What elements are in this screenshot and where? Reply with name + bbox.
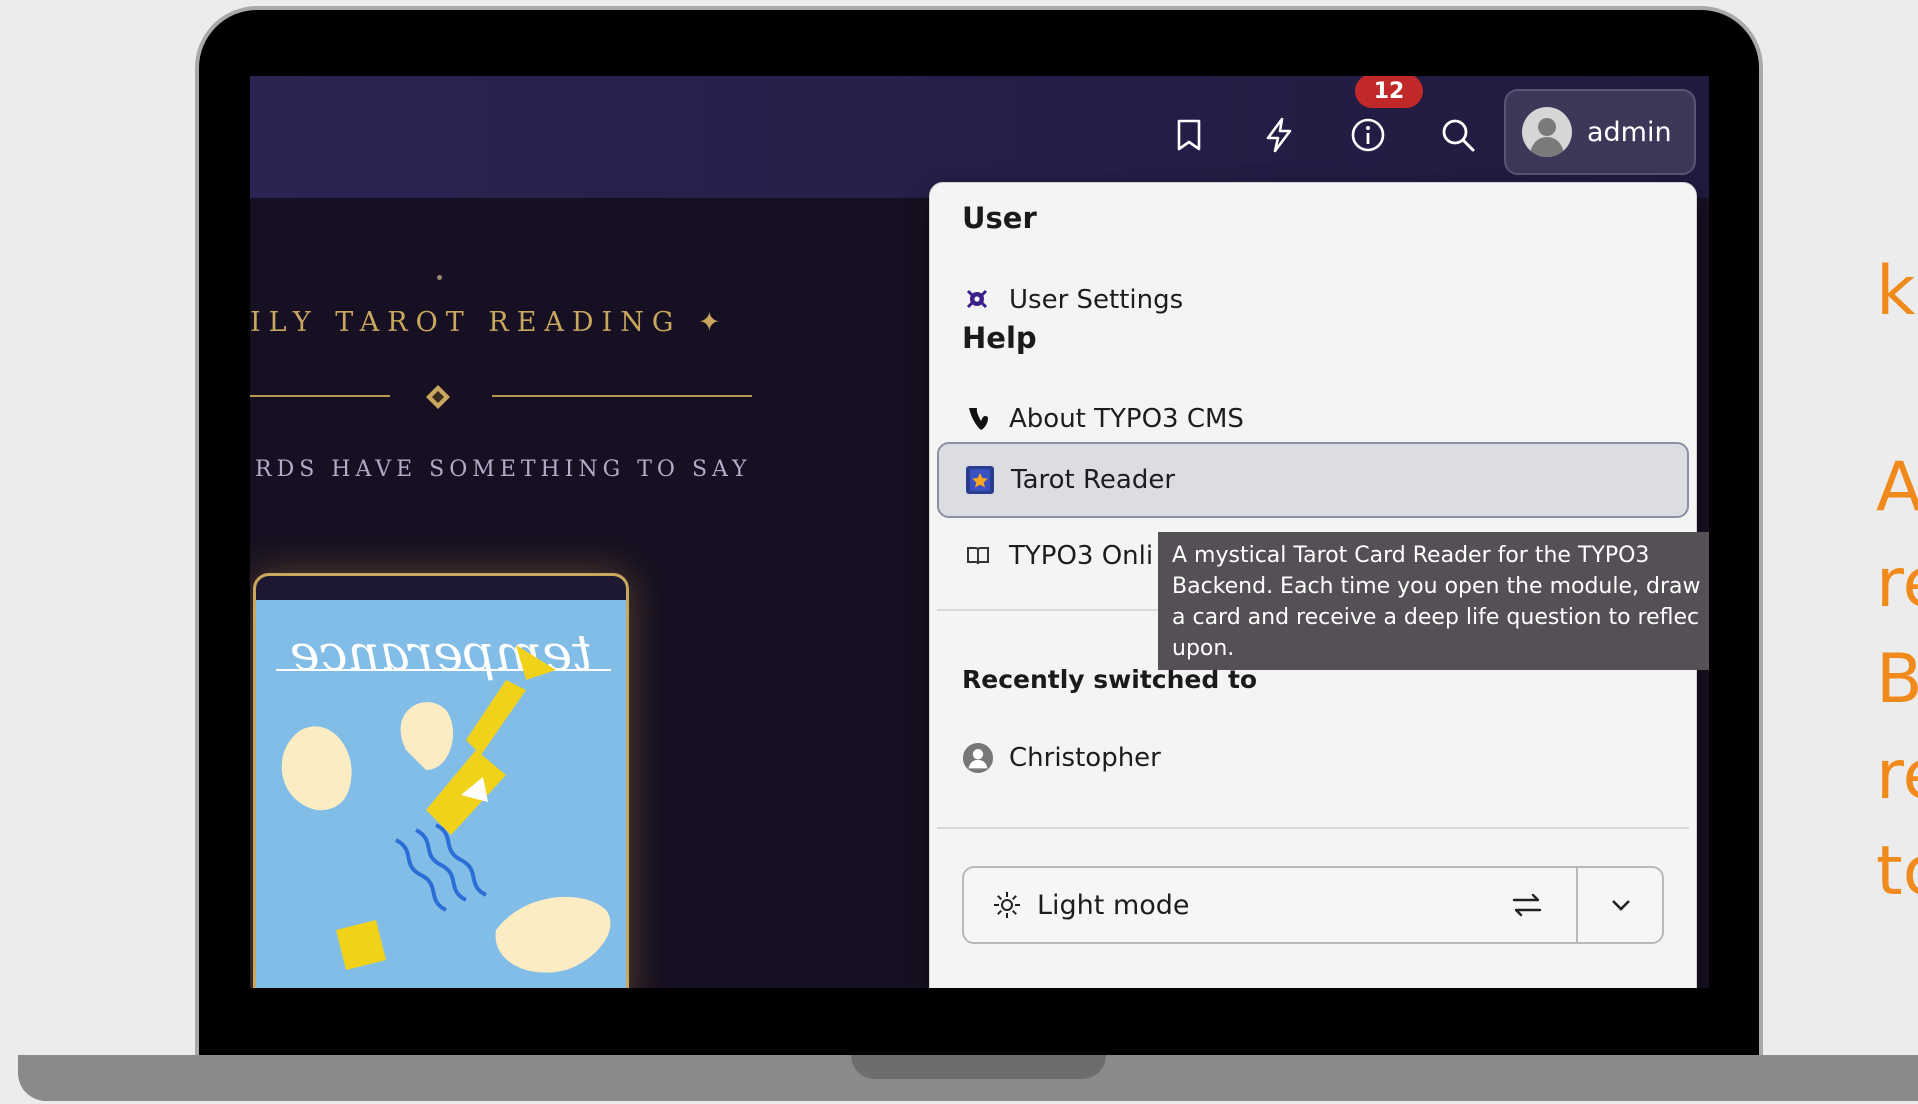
mode-dropdown-toggle[interactable] <box>1578 868 1664 942</box>
user-menu-button[interactable]: admin <box>1504 89 1696 175</box>
sun-icon <box>992 890 1022 920</box>
menu-separator <box>937 827 1689 829</box>
laptop-notch <box>851 1055 1106 1079</box>
settings-icon <box>962 284 994 316</box>
menu-item-tarot-reader[interactable]: Tarot Reader <box>937 442 1689 518</box>
tooltip-line: A mystical Tarot Card Reader for the TYP… <box>1172 543 1650 568</box>
diamond-icon <box>426 385 450 409</box>
bookmark-icon[interactable] <box>1166 112 1212 158</box>
info-icon[interactable] <box>1345 112 1391 158</box>
side-text-6: tc <box>1876 832 1918 911</box>
side-text-2: A <box>1876 448 1918 527</box>
card-script: temperance <box>290 624 592 682</box>
dropdown-heading-user: User <box>962 201 1037 235</box>
app-screen: 12 admin ILY TAROT READING ✦ RDS HAVE SO… <box>250 76 1709 988</box>
divider-left <box>250 395 390 397</box>
lightning-icon[interactable] <box>1256 112 1302 158</box>
tooltip-line: upon. <box>1172 636 1235 661</box>
avatar <box>1522 107 1572 157</box>
tooltip: A mystical Tarot Card Reader for the TYP… <box>1158 532 1709 670</box>
tooltip-line: Backend. Each time you open the module, … <box>1172 574 1701 599</box>
tarot-card[interactable]: temperance <box>253 573 629 988</box>
user-name: admin <box>1587 116 1672 148</box>
decor-dot <box>437 275 442 280</box>
user-avatar-icon <box>962 742 994 774</box>
mode-label: Light mode <box>1037 889 1190 921</box>
top-toolbar: 12 admin <box>250 76 1709 198</box>
tooltip-line: a card and receive a deep life question … <box>1172 605 1700 630</box>
side-text-3: re <box>1876 544 1918 623</box>
light-mode-button[interactable]: Light mode <box>964 868 1578 942</box>
swap-icon <box>1512 893 1542 917</box>
side-text-4: B <box>1876 640 1918 719</box>
typo3-icon <box>962 403 994 435</box>
menu-item-label: Christopher <box>1009 743 1161 773</box>
book-icon <box>962 540 994 572</box>
page-subtitle: RDS HAVE SOMETHING TO SAY <box>255 457 752 482</box>
menu-item-user-settings[interactable]: User Settings <box>937 263 1689 337</box>
notification-badge: 12 <box>1355 76 1423 108</box>
side-text-1: k <box>1876 252 1916 331</box>
menu-item-label: About TYPO3 CMS <box>1009 404 1244 434</box>
page-title: ILY TAROT READING ✦ <box>250 307 729 338</box>
color-mode-switch: Light mode <box>962 866 1664 944</box>
menu-item-label: User Settings <box>1009 285 1184 315</box>
card-face: temperance <box>256 600 626 988</box>
chevron-down-icon <box>1612 900 1630 911</box>
tarot-reader-icon <box>964 464 996 496</box>
search-icon[interactable] <box>1435 112 1481 158</box>
menu-item-label: TYPO3 Onli <box>1009 541 1154 571</box>
dropdown-heading-help: Help <box>962 321 1037 355</box>
menu-item-label: Tarot Reader <box>1011 465 1176 495</box>
divider-right <box>492 395 752 397</box>
menu-item-recent-user[interactable]: Christopher <box>937 721 1689 795</box>
side-text-5: re <box>1876 736 1918 815</box>
